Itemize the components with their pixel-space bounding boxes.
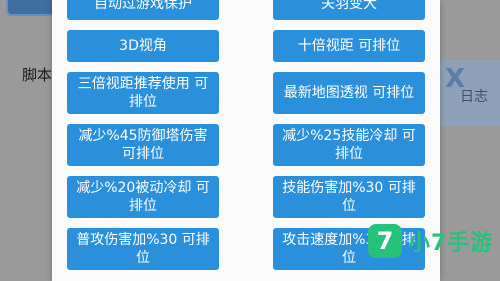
option-button-3x-view[interactable]: 三倍视距推荐使用 可排位 [67,72,219,114]
background-corner-tile [6,0,56,16]
background-log-label: 日志 [460,89,488,105]
option-label: 技能伤害加%30 可排位 [282,180,416,214]
option-button-10x-view[interactable]: 十倍视距 可排位 [273,30,425,62]
option-button-skill-damage[interactable]: 技能伤害加%30 可排位 [273,176,425,218]
option-button-skill-cooldown[interactable]: 减少%25技能冷却 可排位 [273,124,425,166]
xiao7-logo-icon [368,224,402,258]
option-button-guanyu-bigger[interactable]: 关羽变大 [273,0,425,20]
option-label: 三倍视距推荐使用 可排位 [77,76,209,110]
option-label: 减少%25技能冷却 可排位 [282,128,416,162]
option-label: 关羽变大 [321,0,377,12]
option-button-3d-view[interactable]: 3D视角 [67,30,219,62]
option-button-attack-damage[interactable]: 普攻伤害加%30 可排位 [67,228,219,270]
watermark-text: 小7手游 [408,231,494,256]
background-script-label: 脚本 [22,66,53,84]
option-label: 最新地图透视 可排位 [283,85,415,101]
option-button-map-see-through[interactable]: 最新地图透视 可排位 [273,72,425,114]
option-label: 十倍视距 可排位 [297,38,401,54]
option-button-tower-damage[interactable]: 减少%45防御塔伤害 可排位 [67,124,219,166]
option-label: 自动过游戏保护 [94,0,192,12]
option-label: 3D视角 [119,38,167,54]
watermark: 小7手游 [368,220,498,262]
option-button-passive-cooldown[interactable]: 减少%20被动冷却 可排位 [67,176,219,218]
option-label: 普攻伤害加%30 可排位 [76,232,210,266]
option-label: 减少%20被动冷却 可排位 [76,180,210,214]
option-button-anti-protection[interactable]: 自动过游戏保护 [67,0,219,20]
option-label: 减少%45防御塔伤害 可排位 [78,128,208,162]
